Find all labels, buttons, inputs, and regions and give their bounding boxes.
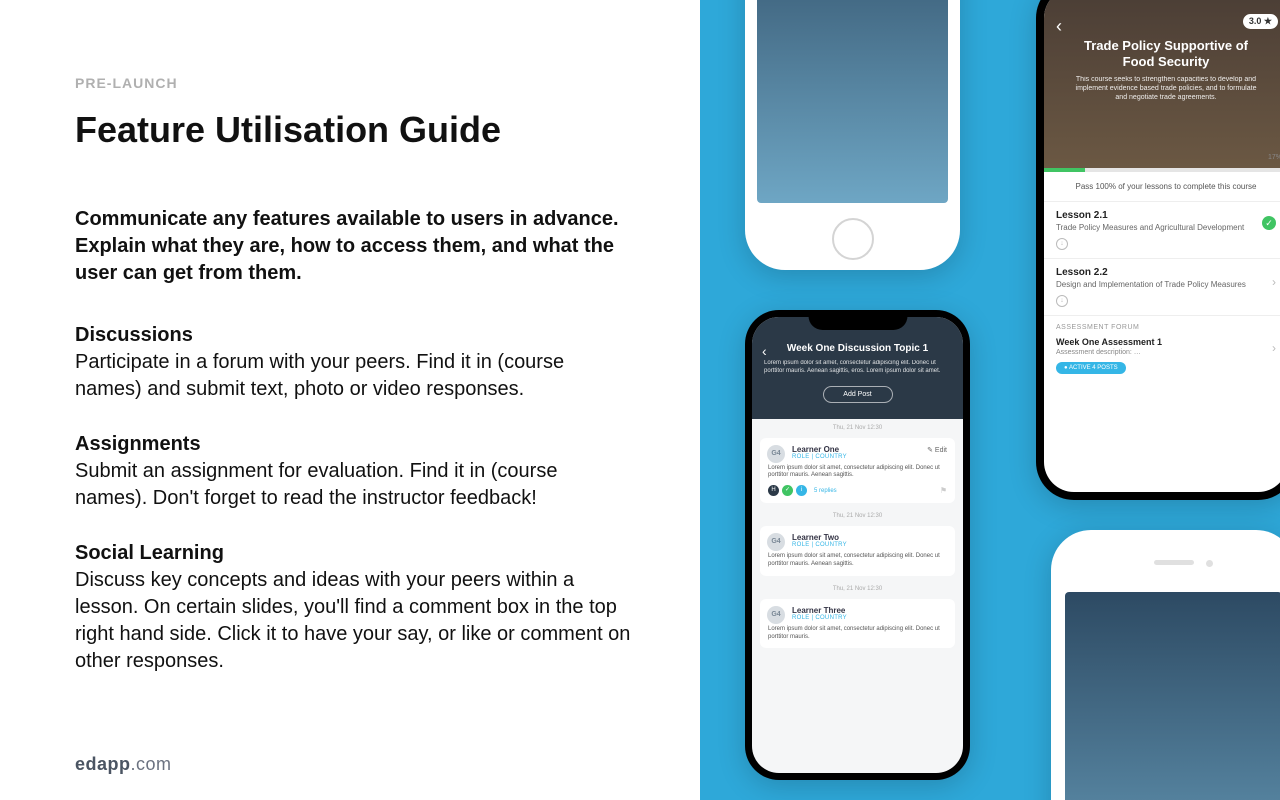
back-icon[interactable]: ‹ bbox=[1056, 16, 1062, 37]
section-body: Participate in a forum with your peers. … bbox=[75, 349, 635, 403]
phone-screen bbox=[1065, 592, 1280, 800]
replies-link[interactable]: 5 replies bbox=[814, 488, 837, 494]
download-icon[interactable]: ↓ bbox=[1056, 238, 1068, 250]
progress-bar: 17% bbox=[1044, 168, 1280, 172]
brand-suffix: .com bbox=[131, 754, 172, 774]
phone-screen: ‹ Week One Discussion Topic 1 Lorem ipsu… bbox=[752, 317, 963, 773]
section-social-learning: Social Learning Discuss key concepts and… bbox=[75, 540, 635, 675]
post-username: Learner Three bbox=[792, 606, 947, 615]
assessment-desc: Assessment description: … bbox=[1056, 349, 1276, 356]
lesson-number: Lesson 2.1 bbox=[1056, 210, 1276, 221]
eyebrow: PRE-LAUNCH bbox=[75, 75, 680, 91]
discussion-post[interactable]: G4 Learner One ROLE | COUNTRY ✎ Edit Lor… bbox=[760, 438, 955, 504]
reaction-icon[interactable]: i bbox=[796, 485, 807, 496]
forum-label: ASSESSMENT FORUM bbox=[1044, 315, 1280, 333]
post-role: ROLE | COUNTRY bbox=[792, 454, 947, 460]
phone-screen: ‹ 3.0 ★ Trade Policy Supportive of Food … bbox=[1044, 0, 1280, 492]
post-body: Lorem ipsum dolor sit amet, consectetur … bbox=[768, 465, 947, 481]
post-username: Learner One bbox=[792, 445, 947, 454]
course-title: Trade Policy Supportive of Food Security bbox=[1058, 38, 1274, 69]
assessment-title: Week One Assessment 1 bbox=[1056, 337, 1276, 347]
phone-mockup-blank-top bbox=[745, 0, 960, 270]
lesson-row[interactable]: Lesson 2.1 Trade Policy Measures and Agr… bbox=[1044, 201, 1280, 258]
home-button-icon bbox=[832, 218, 874, 260]
star-badge: 3.0 ★ bbox=[1243, 14, 1278, 29]
page-title: Feature Utilisation Guide bbox=[75, 109, 680, 151]
mockup-panel: ‹ 3.0 ★ Trade Policy Supportive of Food … bbox=[700, 0, 1280, 800]
timestamp: Thu, 21 Nov 12:30 bbox=[752, 419, 963, 434]
avatar: G4 bbox=[767, 533, 785, 551]
flag-icon[interactable]: ⚑ bbox=[940, 486, 947, 495]
reaction-icon[interactable]: H bbox=[768, 485, 779, 496]
phone-mockup-course: ‹ 3.0 ★ Trade Policy Supportive of Food … bbox=[1036, 0, 1280, 500]
download-icon[interactable]: ↓ bbox=[1056, 295, 1068, 307]
pass-hint: Pass 100% of your lessons to complete th… bbox=[1044, 172, 1280, 201]
intro-paragraph: Communicate any features available to us… bbox=[75, 206, 635, 287]
timestamp: Thu, 21 Nov 12:30 bbox=[752, 507, 963, 522]
content-column: PRE-LAUNCH Feature Utilisation Guide Com… bbox=[0, 0, 700, 800]
progress-fill bbox=[1044, 168, 1085, 172]
progress-percent: 17% bbox=[1268, 154, 1280, 161]
post-body: Lorem ipsum dolor sit amet, consectetur … bbox=[768, 553, 947, 569]
course-hero: ‹ 3.0 ★ Trade Policy Supportive of Food … bbox=[1044, 0, 1280, 168]
camera-icon bbox=[1206, 560, 1213, 567]
lesson-title: Trade Policy Measures and Agricultural D… bbox=[1056, 223, 1276, 232]
course-description: This course seeks to strengthen capaciti… bbox=[1058, 75, 1274, 102]
post-body: Lorem ipsum dolor sit amet, consectetur … bbox=[768, 626, 947, 642]
lesson-row[interactable]: Lesson 2.2 Design and Implementation of … bbox=[1044, 258, 1280, 315]
add-post-button[interactable]: Add Post bbox=[823, 386, 893, 403]
section-heading: Social Learning bbox=[75, 540, 635, 567]
timestamp: Thu, 21 Nov 12:30 bbox=[752, 580, 963, 595]
discussion-post[interactable]: G4 Learner Three ROLE | COUNTRY Lorem ip… bbox=[760, 599, 955, 649]
back-icon[interactable]: ‹ bbox=[762, 343, 767, 359]
post-role: ROLE | COUNTRY bbox=[792, 542, 947, 548]
section-assignments: Assignments Submit an assignment for eva… bbox=[75, 431, 635, 512]
avatar: G4 bbox=[767, 606, 785, 624]
avatar: G4 bbox=[767, 445, 785, 463]
reaction-icon[interactable]: ✓ bbox=[782, 485, 793, 496]
section-body: Discuss key concepts and ideas with your… bbox=[75, 567, 635, 675]
speaker-icon bbox=[1154, 560, 1194, 565]
brand-name: edapp bbox=[75, 754, 131, 774]
discussion-title: Week One Discussion Topic 1 bbox=[764, 343, 951, 354]
discussion-header: ‹ Week One Discussion Topic 1 Lorem ipsu… bbox=[752, 317, 963, 419]
notch-icon bbox=[808, 310, 907, 330]
lesson-number: Lesson 2.2 bbox=[1056, 267, 1276, 278]
check-icon: ✓ bbox=[1262, 216, 1276, 230]
section-body: Submit an assignment for evaluation. Fin… bbox=[75, 458, 635, 512]
post-username: Learner Two bbox=[792, 533, 947, 542]
phone-mockup-blank-bottom bbox=[1051, 530, 1280, 800]
discussion-post[interactable]: G4 Learner Two ROLE | COUNTRY Lorem ipsu… bbox=[760, 526, 955, 576]
edit-link[interactable]: ✎ Edit bbox=[927, 446, 947, 454]
section-heading: Discussions bbox=[75, 322, 635, 349]
chevron-right-icon: › bbox=[1272, 275, 1276, 289]
chevron-right-icon: › bbox=[1272, 341, 1276, 355]
brand-footer: edapp.com bbox=[75, 754, 172, 775]
section-heading: Assignments bbox=[75, 431, 635, 458]
reaction-bar: H ✓ i 5 replies ⚑ bbox=[768, 485, 947, 496]
lesson-title: Design and Implementation of Trade Polic… bbox=[1056, 280, 1276, 289]
assessment-row[interactable]: Week One Assessment 1 Assessment descrip… bbox=[1044, 333, 1280, 384]
phone-mockup-discussion: ‹ Week One Discussion Topic 1 Lorem ipsu… bbox=[745, 310, 970, 780]
post-role: ROLE | COUNTRY bbox=[792, 615, 947, 621]
phone-screen bbox=[757, 0, 948, 203]
section-discussions: Discussions Participate in a forum with … bbox=[75, 322, 635, 403]
status-pill: ● ACTIVE 4 POSTS bbox=[1056, 362, 1126, 374]
discussion-desc: Lorem ipsum dolor sit amet, consectetur … bbox=[764, 360, 951, 376]
